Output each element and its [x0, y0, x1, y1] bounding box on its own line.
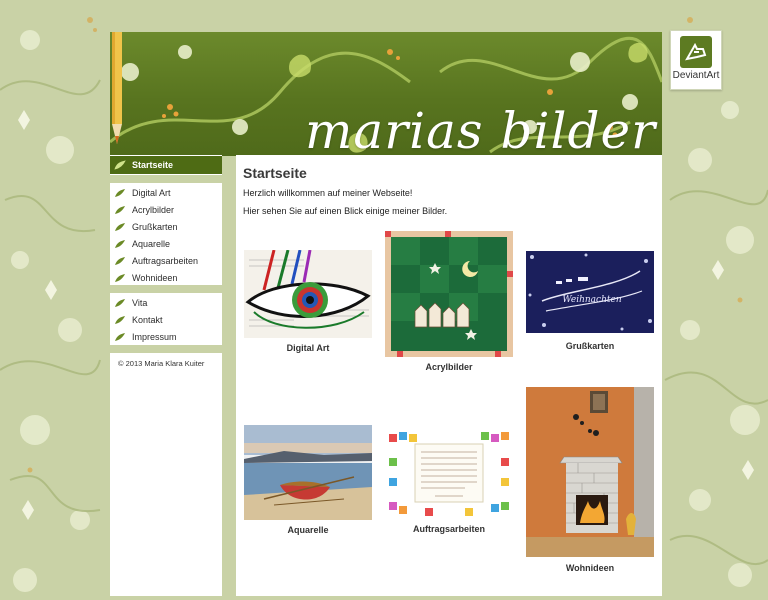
thumbnail-auftragsarbeiten[interactable]: [385, 428, 513, 518]
leaf-icon: [115, 332, 125, 341]
sidebar-item-digital-art[interactable]: Digital Art: [110, 184, 222, 201]
sidebar-item-kontakt[interactable]: Kontakt: [110, 311, 222, 328]
site-title[interactable]: marias bilder: [305, 106, 656, 156]
sidebar-item-label: Aquarelle: [132, 238, 171, 249]
intro-welcome: Herzlich willkommen auf meiner Webseite!: [243, 188, 413, 198]
caption-grusskarten[interactable]: Grußkarten: [526, 341, 654, 351]
thumbnail-acrylbilder[interactable]: [385, 231, 513, 357]
main-content: Startseite Herzlich willkommen auf meine…: [236, 155, 662, 596]
caption-aquarelle[interactable]: Aquarelle: [244, 525, 372, 535]
intro-description: Hier sehen Sie auf einen Blick einige me…: [243, 206, 448, 216]
leaf-icon: [115, 222, 125, 231]
leaf-icon: [115, 188, 125, 197]
caption-auftragsarbeiten[interactable]: Auftragsarbeiten: [385, 524, 513, 534]
leaf-icon: [115, 298, 125, 307]
sidebar-item-label: Acrylbilder: [132, 204, 175, 215]
sidebar-item-label: Startseite: [132, 160, 174, 170]
pencil-icon: [112, 32, 122, 144]
page-title: Startseite: [243, 165, 307, 181]
deviantart-label: DeviantArt: [672, 70, 720, 81]
leaf-icon: [115, 256, 125, 265]
caption-acrylbilder[interactable]: Acrylbilder: [385, 362, 513, 372]
thumbnail-wohnideen[interactable]: [526, 387, 654, 557]
sidebar-item-startseite[interactable]: Startseite: [110, 156, 222, 174]
thumbnail-digital-art[interactable]: [244, 250, 372, 338]
sidebar-item-label: Wohnideen: [132, 272, 178, 283]
sidebar-item-label: Digital Art: [132, 187, 171, 198]
caption-digital-art[interactable]: Digital Art: [244, 343, 372, 353]
sidebar-item-wohnideen[interactable]: Wohnideen: [110, 269, 222, 286]
sidebar-item-label: Impressum: [132, 331, 177, 342]
deviantart-link[interactable]: DeviantArt: [670, 30, 722, 90]
leaf-icon: [115, 273, 125, 282]
sidebar-item-grusskarten[interactable]: Grußkarten: [110, 218, 222, 235]
copyright-text: © 2013 Maria Klara Kuiter: [118, 359, 205, 368]
thumbnail-aquarelle[interactable]: [244, 425, 372, 520]
caption-wohnideen[interactable]: Wohnideen: [526, 563, 654, 573]
sidebar-item-label: Vita: [132, 297, 148, 308]
sidebar-item-vita[interactable]: Vita: [110, 294, 222, 311]
leaf-icon: [115, 205, 125, 214]
leaf-icon: [114, 160, 126, 170]
sidebar-item-label: Kontakt: [132, 314, 163, 325]
header-banner: marias bilder: [110, 32, 662, 156]
card-greeting-text: Weihnachten: [562, 295, 621, 305]
leaf-icon: [115, 239, 125, 248]
sidebar-info-nav: Vita Kontakt Impressum: [110, 293, 222, 345]
deviantart-icon: [680, 36, 712, 68]
thumbnail-grusskarten[interactable]: Weihnachten: [526, 251, 654, 333]
sidebar-item-auftragsarbeiten[interactable]: Auftragsarbeiten: [110, 252, 222, 269]
leaf-icon: [115, 315, 125, 324]
sidebar-gallery-nav: Digital Art Acrylbilder Grußkarten Aquar…: [110, 183, 222, 285]
sidebar-home-box: Startseite: [110, 155, 222, 175]
sidebar-item-label: Grußkarten: [132, 221, 178, 232]
sidebar-item-aquarelle[interactable]: Aquarelle: [110, 235, 222, 252]
sidebar-item-acrylbilder[interactable]: Acrylbilder: [110, 201, 222, 218]
sidebar-footer-box: © 2013 Maria Klara Kuiter: [110, 353, 222, 596]
sidebar-item-impressum[interactable]: Impressum: [110, 328, 222, 345]
sidebar-item-label: Auftragsarbeiten: [132, 255, 199, 266]
